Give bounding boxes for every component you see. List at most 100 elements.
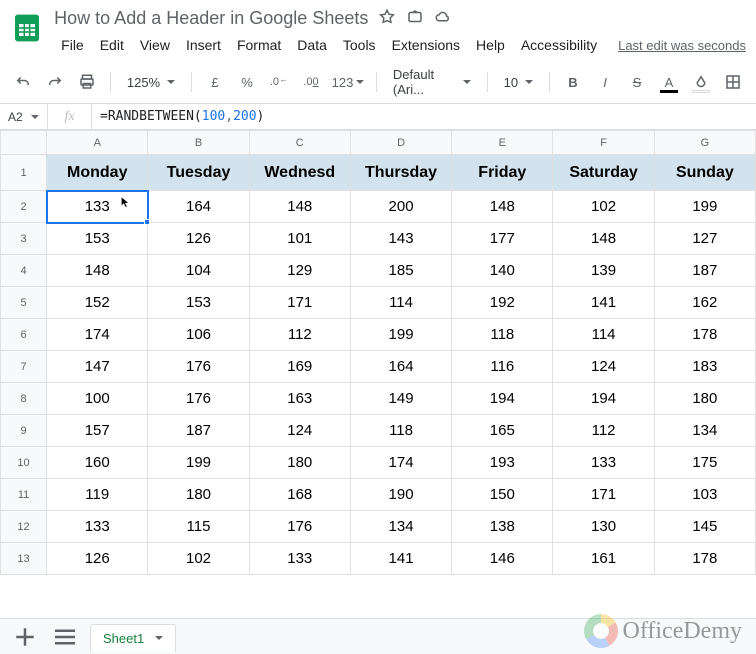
cell[interactable]: 114	[350, 287, 451, 319]
row-header-5[interactable]: 5	[1, 287, 47, 319]
increase-decimal-button[interactable]: .00	[298, 69, 324, 95]
cell[interactable]: 174	[350, 447, 451, 479]
add-sheet-button[interactable]	[10, 622, 40, 652]
selection-handle[interactable]	[144, 219, 150, 225]
font-select[interactable]: Default (Ari...	[387, 69, 477, 95]
cell[interactable]: 180	[654, 383, 755, 415]
chevron-down-icon[interactable]	[155, 636, 163, 640]
cell[interactable]: 149	[350, 383, 451, 415]
all-sheets-button[interactable]	[50, 622, 80, 652]
move-icon[interactable]	[406, 8, 424, 29]
cell[interactable]: 118	[350, 415, 451, 447]
row-header-8[interactable]: 8	[1, 383, 47, 415]
cell[interactable]: 148	[452, 191, 553, 223]
cell[interactable]: 118	[452, 319, 553, 351]
row-header-11[interactable]: 11	[1, 479, 47, 511]
cell[interactable]: 139	[553, 255, 654, 287]
cell[interactable]: 178	[654, 319, 755, 351]
redo-button[interactable]	[42, 69, 68, 95]
cell[interactable]: 143	[350, 223, 451, 255]
currency-button[interactable]: £	[202, 69, 228, 95]
row-header-4[interactable]: 4	[1, 255, 47, 287]
cell[interactable]: 124	[553, 351, 654, 383]
cell[interactable]: 115	[148, 511, 249, 543]
last-edit-link[interactable]: Last edit was seconds	[618, 38, 746, 53]
menu-tools[interactable]: Tools	[336, 33, 383, 57]
cell[interactable]: 174	[47, 319, 148, 351]
cell[interactable]: 194	[553, 383, 654, 415]
cell[interactable]: 124	[249, 415, 350, 447]
row-header-1[interactable]: 1	[1, 155, 47, 191]
sheets-logo[interactable]	[10, 8, 44, 48]
cell[interactable]: 130	[553, 511, 654, 543]
cell[interactable]: 187	[654, 255, 755, 287]
cell[interactable]: 162	[654, 287, 755, 319]
cell[interactable]: 164	[148, 191, 249, 223]
header-cell[interactable]: Friday	[452, 155, 553, 191]
row-header-10[interactable]: 10	[1, 447, 47, 479]
cell[interactable]: 101	[249, 223, 350, 255]
cell[interactable]: 148	[249, 191, 350, 223]
row-header-3[interactable]: 3	[1, 223, 47, 255]
cell[interactable]: 133	[47, 511, 148, 543]
cell[interactable]: 183	[654, 351, 755, 383]
cell[interactable]: 171	[553, 479, 654, 511]
col-header-C[interactable]: C	[249, 131, 350, 155]
cell[interactable]: 140	[452, 255, 553, 287]
header-cell[interactable]: Saturday	[553, 155, 654, 191]
cell[interactable]: 103	[654, 479, 755, 511]
cell[interactable]: 106	[148, 319, 249, 351]
header-cell[interactable]: Tuesday	[148, 155, 249, 191]
cell[interactable]: 153	[148, 287, 249, 319]
formula-bar[interactable]: =RANDBETWEEN(100,200)	[92, 104, 756, 129]
col-header-A[interactable]: A	[47, 131, 148, 155]
col-header-D[interactable]: D	[350, 131, 451, 155]
header-cell[interactable]: Monday	[47, 155, 148, 191]
cell[interactable]: 126	[148, 223, 249, 255]
row-header-6[interactable]: 6	[1, 319, 47, 351]
cell[interactable]: 169	[249, 351, 350, 383]
cell[interactable]: 177	[452, 223, 553, 255]
menu-help[interactable]: Help	[469, 33, 512, 57]
cell[interactable]: 176	[148, 383, 249, 415]
cell[interactable]: 104	[148, 255, 249, 287]
cell[interactable]: 134	[350, 511, 451, 543]
cell[interactable]: 164	[350, 351, 451, 383]
cell[interactable]: 148	[47, 255, 148, 287]
row-header-9[interactable]: 9	[1, 415, 47, 447]
cell[interactable]: 114	[553, 319, 654, 351]
cell[interactable]: 176	[148, 351, 249, 383]
sheet-tab[interactable]: Sheet1	[90, 624, 176, 652]
cell[interactable]: 119	[47, 479, 148, 511]
cell[interactable]: 146	[452, 543, 553, 575]
doc-title[interactable]: How to Add a Header in Google Sheets	[54, 8, 368, 29]
cell[interactable]: 133	[47, 191, 148, 223]
cell[interactable]: 133	[249, 543, 350, 575]
cell[interactable]: 200	[350, 191, 451, 223]
text-color-button[interactable]: A	[656, 69, 682, 95]
header-cell[interactable]: Wednesd	[249, 155, 350, 191]
cell[interactable]: 199	[654, 191, 755, 223]
menu-data[interactable]: Data	[290, 33, 334, 57]
name-box[interactable]: A2	[0, 104, 48, 129]
cell[interactable]: 194	[452, 383, 553, 415]
cell[interactable]: 190	[350, 479, 451, 511]
cell[interactable]: 112	[249, 319, 350, 351]
cell[interactable]: 102	[148, 543, 249, 575]
cell[interactable]: 145	[654, 511, 755, 543]
cell[interactable]: 165	[452, 415, 553, 447]
col-header-F[interactable]: F	[553, 131, 654, 155]
percent-button[interactable]: %	[234, 69, 260, 95]
cloud-status-icon[interactable]	[434, 8, 452, 29]
cell[interactable]: 126	[47, 543, 148, 575]
cell[interactable]: 193	[452, 447, 553, 479]
cell[interactable]: 102	[553, 191, 654, 223]
cell[interactable]: 133	[553, 447, 654, 479]
undo-button[interactable]	[10, 69, 36, 95]
cell[interactable]: 100	[47, 383, 148, 415]
menu-edit[interactable]: Edit	[93, 33, 131, 57]
cell[interactable]: 175	[654, 447, 755, 479]
col-header-E[interactable]: E	[452, 131, 553, 155]
cell[interactable]: 192	[452, 287, 553, 319]
star-icon[interactable]	[378, 8, 396, 29]
